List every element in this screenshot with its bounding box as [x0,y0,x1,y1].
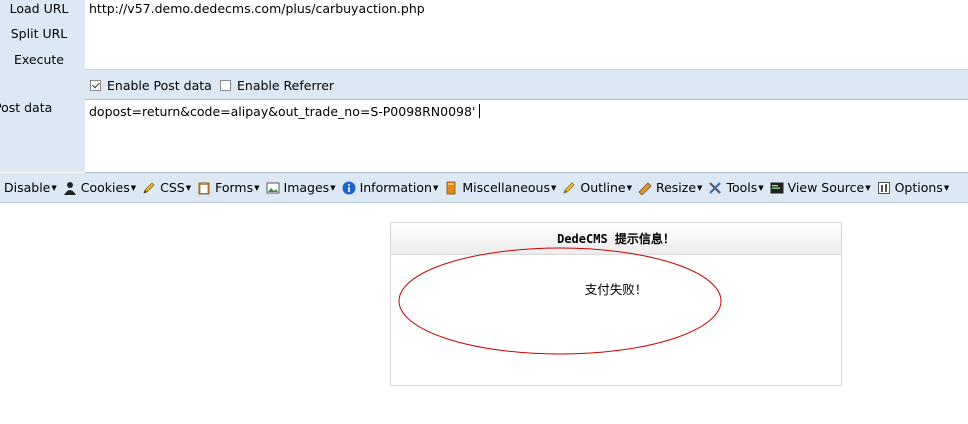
dropdown-arrow-icon: ▼ [254,183,260,192]
resize-label: Resize [655,180,697,195]
information-label: Information [359,180,432,195]
toolbar-miscellaneous[interactable]: Miscellaneous ▼ [444,178,562,198]
toolbar-options[interactable]: Options ▼ [877,178,956,198]
toolbar-tools[interactable]: Tools ▼ [708,178,769,198]
enable-post-checkbox[interactable]: Enable Post data [90,77,212,93]
outline-pencil-icon [562,181,576,195]
url-value: http://v57.demo.dedecms.com/plus/carbuya… [89,1,425,16]
post-data-label: Post data [0,100,53,115]
view-source-label: View Source [787,180,865,195]
annotation-ellipse [398,247,722,355]
toolbar-forms[interactable]: Forms ▼ [197,178,265,198]
miscellaneous-label: Miscellaneous [462,180,550,195]
dropdown-arrow-icon: ▼ [330,183,336,192]
view-source-icon [770,181,784,195]
resize-ruler-icon [638,181,652,196]
options-icon [877,181,891,195]
outline-label: Outline [580,180,626,195]
execute-button[interactable]: Execute [0,48,78,72]
post-data-value: dopost=return&code=alipay&out_trade_no=S… [89,104,481,119]
toolbar-images[interactable]: Images ▼ [266,178,342,198]
hackbar-panel: Load URL Split URL Execute http://v57.de… [0,0,968,173]
dropdown-arrow-icon: ▼ [130,183,137,192]
disable-label: Disable [4,180,51,195]
toolbar-resize[interactable]: Resize ▼ [638,178,708,198]
toolbar-disable[interactable]: Disable ▼ [4,178,63,198]
hackbar-side-buttons: Load URL Split URL Execute [0,0,84,172]
information-icon [342,181,356,195]
toolbar-information[interactable]: Information ▼ [342,178,445,198]
text-caret [479,104,481,118]
dropdown-arrow-icon: ▼ [432,183,439,192]
forms-label: Forms [215,180,254,195]
images-icon [266,181,280,195]
post-data-textarea[interactable]: dopost=return&code=alipay&out_trade_no=S… [85,99,968,173]
dropdown-arrow-icon: ▼ [943,183,950,192]
url-textarea[interactable]: http://v57.demo.dedecms.com/plus/carbuya… [85,0,968,70]
dropdown-arrow-icon: ▼ [185,183,192,192]
toolbar-outline[interactable]: Outline ▼ [562,178,638,198]
images-label: Images [283,180,330,195]
dropdown-arrow-icon: ▼ [550,183,557,192]
toolbar-cookies[interactable]: Cookies ▼ [63,178,142,198]
enable-post-label: Enable Post data [107,77,212,93]
miscellaneous-icon [444,181,458,195]
options-label: Options [894,180,943,195]
dropdown-arrow-icon: ▼ [51,183,57,192]
web-developer-toolbar: Disable ▼ Cookies ▼ CSS ▼ Forms ▼ Images ▼ In… [0,173,968,203]
dropdown-arrow-icon: ▼ [626,183,632,192]
css-pencil-icon [142,181,156,195]
tools-icon [708,181,722,195]
enable-post-check-icon[interactable] [90,79,101,91]
dropdown-arrow-icon: ▼ [865,183,871,192]
cookies-label: Cookies [80,180,130,195]
cookies-icon [63,181,77,195]
toolbar-view-source[interactable]: View Source ▼ [770,178,877,198]
forms-clipboard-icon [197,181,211,195]
split-url-button[interactable]: Split URL [0,22,78,46]
load-url-button[interactable]: Load URL [0,0,78,21]
dropdown-arrow-icon: ▼ [758,183,764,192]
post-data-text: dopost=return&code=alipay&out_trade_no=S… [89,104,476,119]
enable-referrer-label: Enable Referrer [237,77,335,93]
toolbar-css[interactable]: CSS ▼ [142,178,197,198]
hackbar-options: Enable Post data Enable Referrer [85,73,968,97]
enable-referrer-checkbox[interactable]: Enable Referrer [220,77,334,93]
enable-referrer-check-icon[interactable] [220,79,231,91]
tools-label: Tools [726,180,758,195]
css-label: CSS [160,180,185,195]
dropdown-arrow-icon: ▼ [697,183,703,192]
